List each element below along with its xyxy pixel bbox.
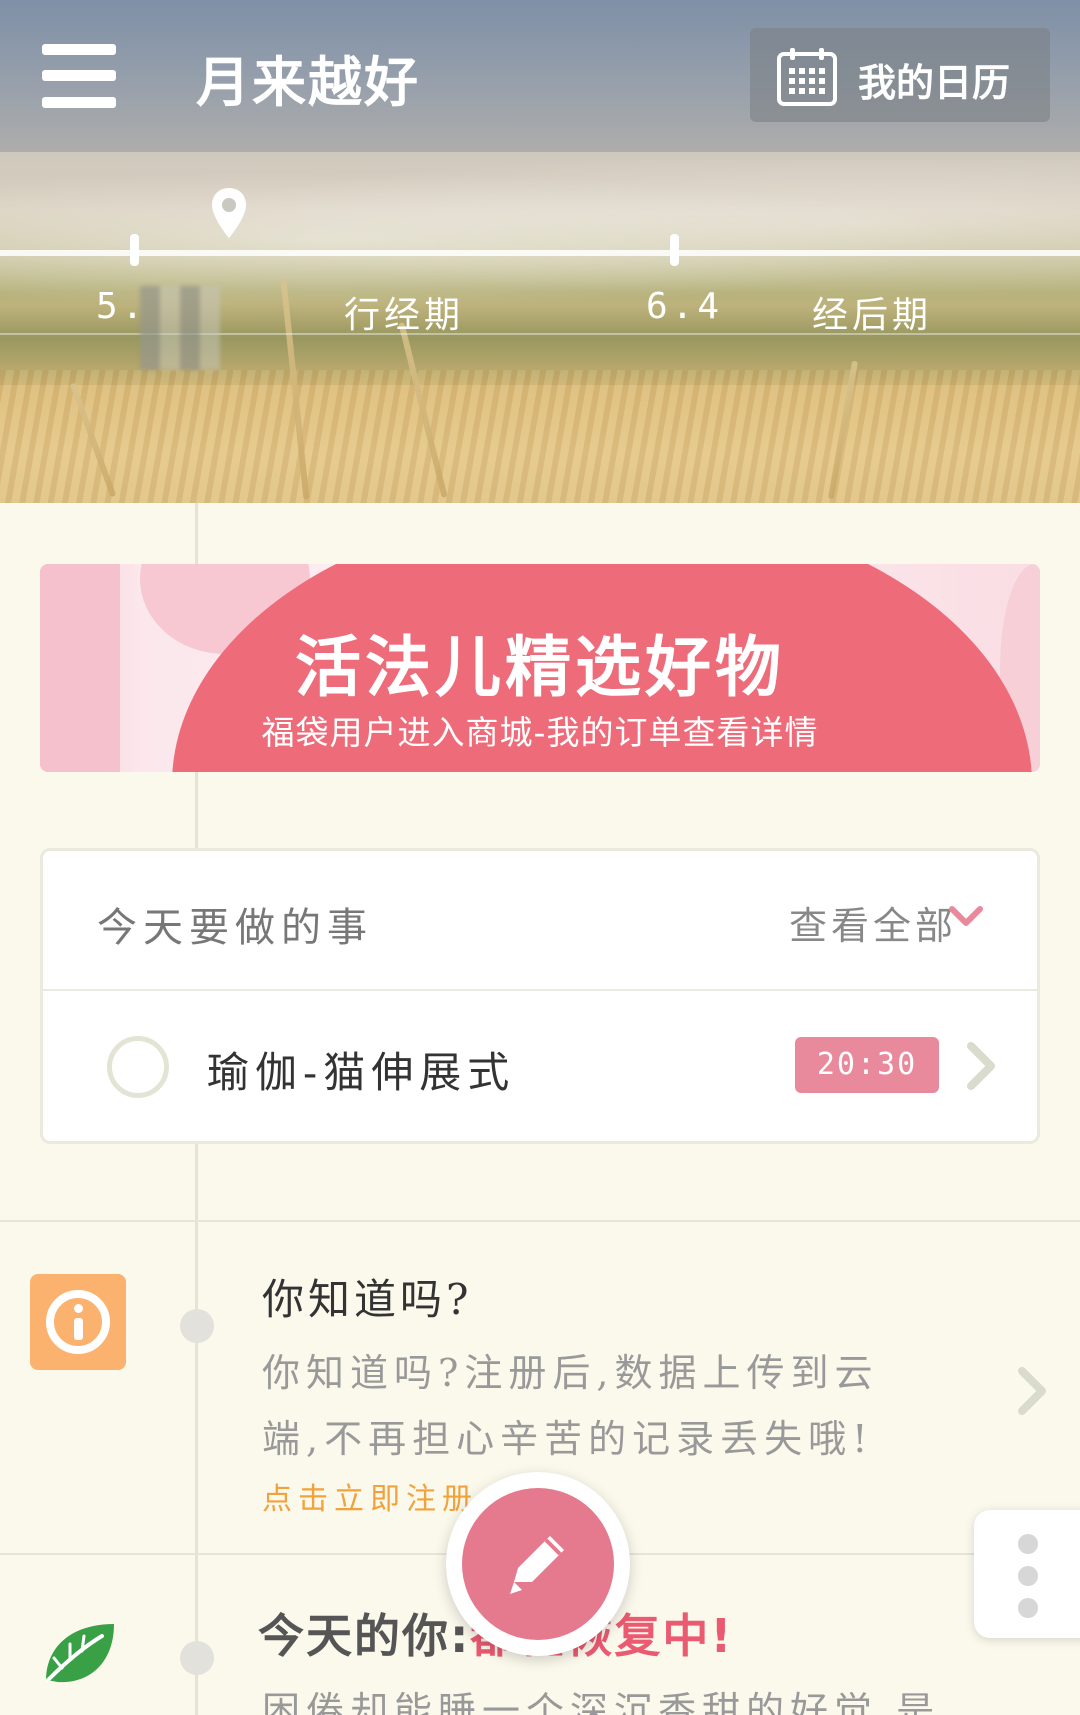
edit-fab-button[interactable] — [462, 1488, 614, 1640]
today-body: 困倦却能睡一个深沉香甜的好觉,是 — [262, 1689, 941, 1715]
cycle-tick-start — [130, 234, 139, 266]
location-pin-icon — [212, 188, 246, 238]
banner-title: 活法儿精选好物 — [295, 629, 785, 706]
leaf-icon — [46, 1624, 114, 1683]
chevron-down-icon — [949, 906, 983, 926]
cycle-phase-follicular[interactable]: 经后期 — [812, 286, 932, 338]
todo-header: 今天要做的事 查看全部 — [43, 851, 1037, 991]
chevron-right-icon[interactable] — [1014, 1366, 1050, 1416]
blurred-date — [140, 286, 220, 370]
menu-button[interactable] — [42, 44, 116, 108]
todo-checkbox[interactable] — [107, 1036, 169, 1098]
view-all-label: 查看全部 — [789, 904, 958, 948]
todo-item[interactable]: 瑜伽-猫伸展式 20:30 — [43, 991, 1037, 1141]
todo-title: 今天要做的事 — [97, 905, 373, 951]
tip-title: 你知道吗? — [262, 1275, 473, 1324]
register-link[interactable]: 点击立即注册 — [262, 1474, 478, 1518]
app-title: 月来越好 — [196, 51, 420, 114]
promo-banner[interactable]: 活法儿精选好物 福袋用户进入商城-我的订单查看详情 — [40, 564, 1040, 772]
tip-body-line: 端,不再担心辛苦的记录丢失哦! — [262, 1417, 874, 1461]
more-vertical-icon — [1018, 1534, 1038, 1554]
section-divider — [0, 1220, 1080, 1222]
today-title-prefix: 今天的你: — [258, 1609, 471, 1663]
todo-time-badge: 20:30 — [795, 1037, 939, 1093]
calendar-icon — [777, 48, 837, 106]
hamburger-icon — [42, 44, 116, 55]
more-options-button[interactable] — [974, 1510, 1080, 1638]
timeline-node — [180, 1641, 214, 1675]
my-calendar-button[interactable]: 我的日历 — [750, 28, 1050, 122]
pencil-icon — [510, 1536, 564, 1594]
todo-card: 今天要做的事 查看全部 瑜伽-猫伸展式 20:30 — [40, 848, 1040, 1144]
todo-item-label: 瑜伽-猫伸展式 — [207, 1048, 516, 1097]
banner-subtitle: 福袋用户进入商城-我的订单查看详情 — [261, 713, 819, 752]
cycle-tick-mid — [670, 234, 679, 266]
calendar-label: 我的日历 — [858, 61, 1011, 105]
hero-banner: 月来越好 我的日历 5. 行经期 6.4 经后期 — [0, 0, 1080, 503]
tip-body: 你知道吗?注册后,数据上传到云 端,不再担心辛苦的记录丢失哦! — [262, 1340, 962, 1472]
cycle-phase-menstrual[interactable]: 行经期 — [344, 286, 464, 338]
top-bar: 月来越好 我的日历 — [0, 0, 1080, 152]
wheat-field — [0, 370, 1080, 503]
timeline-node — [180, 1309, 214, 1343]
view-all-button[interactable]: 查看全部 — [789, 895, 983, 950]
chevron-right-icon — [967, 1042, 995, 1090]
info-icon — [30, 1274, 126, 1370]
cycle-mid-date: 6.4 — [646, 286, 724, 327]
tip-body-line: 你知道吗?注册后,数据上传到云 — [262, 1351, 879, 1395]
cycle-timeline — [0, 250, 1080, 256]
